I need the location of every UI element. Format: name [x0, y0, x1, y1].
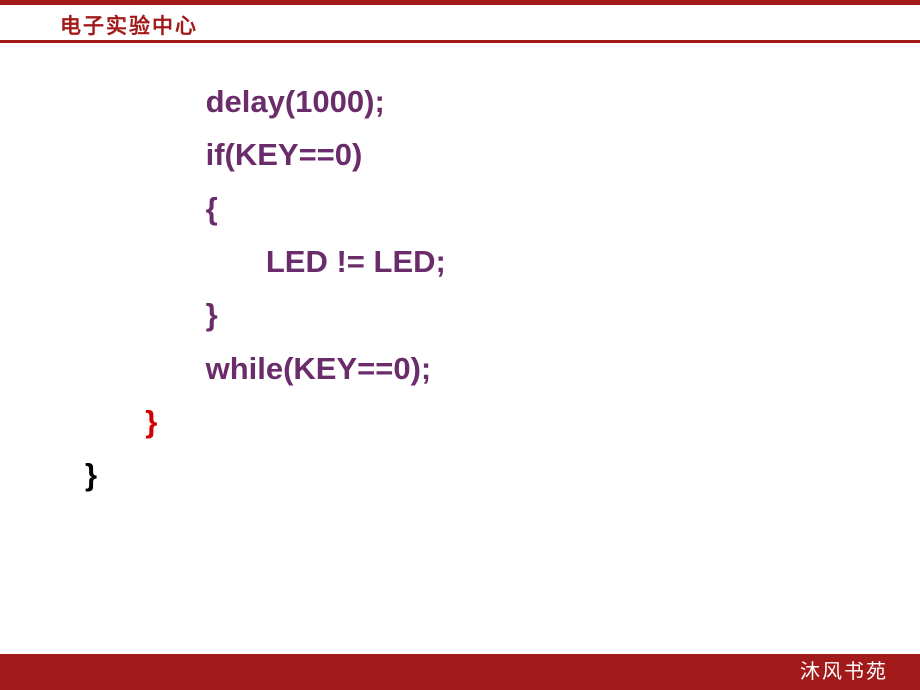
- code-line: if(KEY==0): [85, 128, 446, 181]
- code-line: {: [85, 182, 446, 235]
- code-line: while(KEY==0);: [85, 342, 446, 395]
- header-underline: [0, 40, 920, 43]
- code-line: delay(1000);: [85, 75, 446, 128]
- footer-text: 沐风书苑: [800, 655, 888, 684]
- code-line-red-brace: }: [85, 395, 446, 448]
- footer-bar: 沐风书苑: [0, 654, 920, 690]
- header-title: 电子实验中心: [60, 10, 198, 40]
- code-line: LED != LED;: [85, 235, 446, 288]
- code-line-black-brace: }: [85, 448, 446, 501]
- header-top-bar: [0, 0, 920, 5]
- code-block: delay(1000); if(KEY==0) { LED != LED; } …: [85, 75, 446, 502]
- code-line: }: [85, 288, 446, 341]
